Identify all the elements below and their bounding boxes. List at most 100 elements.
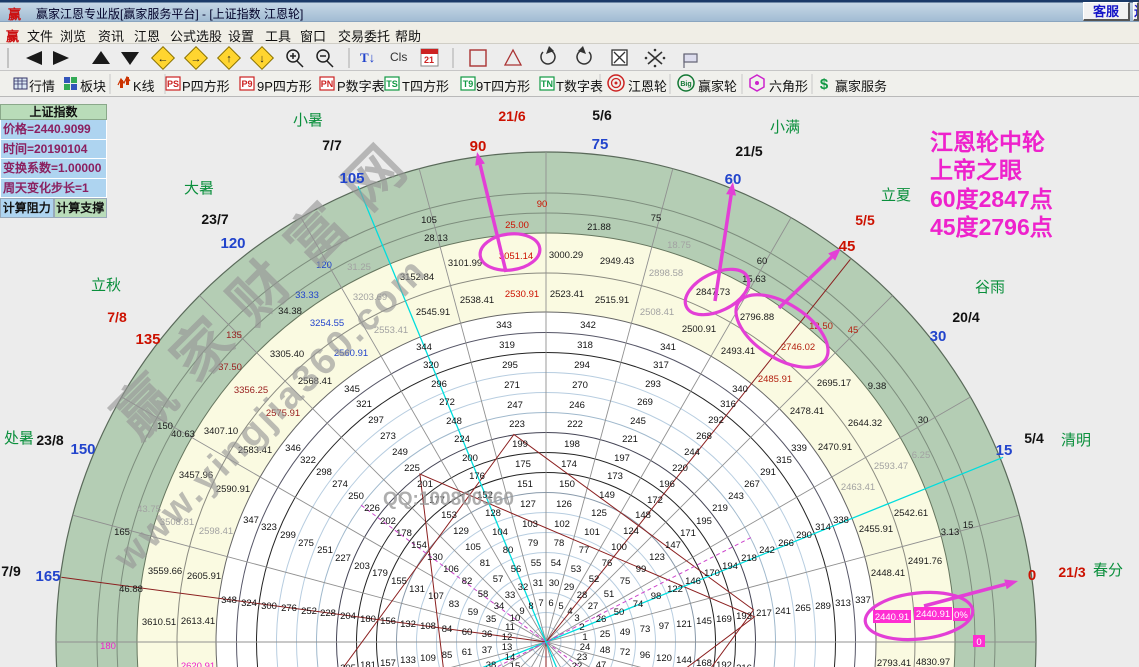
svg-text:196: 196 [659,479,675,490]
svg-text:101: 101 [584,527,600,538]
svg-text:23: 23 [577,652,588,663]
svg-text:90: 90 [470,138,487,155]
svg-text:小满: 小满 [770,119,800,136]
svg-text:344: 344 [416,342,432,353]
svg-text:9.38: 9.38 [868,381,887,392]
svg-text:2695.17: 2695.17 [817,378,851,389]
svg-text:265: 265 [795,603,811,614]
svg-text:107: 107 [428,591,444,602]
svg-text:2478.41: 2478.41 [790,406,824,417]
svg-text:247: 247 [507,400,523,411]
svg-text:176: 176 [469,471,485,482]
svg-text:2455.91: 2455.91 [859,524,893,535]
svg-text:216: 216 [736,663,752,667]
svg-text:319: 319 [499,340,515,351]
svg-text:123: 123 [649,552,665,563]
svg-text:2613.41: 2613.41 [181,616,215,627]
svg-text:217: 217 [756,608,772,619]
svg-text:立夏: 立夏 [881,187,911,204]
svg-text:276: 276 [281,603,297,614]
svg-text:2470.91: 2470.91 [818,442,852,453]
svg-text:21: 21 [424,55,434,65]
svg-text:291: 291 [760,467,776,478]
svg-text:60度2847点: 60度2847点 [930,186,1053,212]
svg-text:23/8: 23/8 [36,432,63,448]
svg-text:24: 24 [580,642,591,653]
svg-text:60: 60 [462,627,473,638]
svg-text:2440.91: 2440.91 [916,609,950,620]
svg-text:↓: ↓ [259,53,265,65]
svg-text:222: 222 [567,419,583,430]
svg-text:146: 146 [685,576,701,587]
svg-text:342: 342 [580,320,596,331]
svg-text:178: 178 [396,528,412,539]
svg-text:15: 15 [510,661,521,667]
svg-text:220: 220 [672,463,688,474]
svg-text:124: 124 [623,526,639,537]
svg-text:174: 174 [561,459,577,470]
svg-text:273: 273 [380,431,396,442]
svg-text:147: 147 [665,540,681,551]
svg-text:227: 227 [335,553,351,564]
svg-text:2538.41: 2538.41 [460,295,494,306]
svg-text:6.25: 6.25 [912,450,931,461]
svg-text:3000.29: 3000.29 [549,250,583,261]
svg-text:21/3: 21/3 [1058,564,1085,580]
svg-text:春分: 春分 [1093,562,1123,579]
svg-text:Big: Big [680,81,691,88]
svg-text:30: 30 [930,328,947,345]
svg-text:267: 267 [744,479,760,490]
svg-text:133: 133 [400,655,416,666]
svg-text:225: 225 [404,463,420,474]
svg-text:193: 193 [736,611,752,622]
svg-text:131: 131 [409,584,425,595]
svg-text:23/7: 23/7 [201,211,228,227]
svg-text:47: 47 [596,660,607,667]
svg-text:130: 130 [427,552,443,563]
svg-text:192: 192 [716,660,732,667]
svg-text:345: 345 [344,384,360,395]
svg-text:195: 195 [696,516,712,527]
svg-text:48: 48 [600,645,611,656]
svg-text:275: 275 [298,538,314,549]
svg-text:323: 323 [261,522,277,533]
svg-text:51: 51 [604,589,615,600]
svg-text:317: 317 [653,360,669,371]
svg-text:218: 218 [741,553,757,564]
svg-text:74: 74 [633,599,644,610]
svg-text:154: 154 [411,540,427,551]
svg-text:200: 200 [462,453,478,464]
svg-text:122: 122 [667,584,683,595]
svg-text:169: 169 [716,614,732,625]
svg-text:246: 246 [569,400,585,411]
svg-text:341: 341 [660,342,676,353]
svg-text:2523.41: 2523.41 [550,289,584,300]
svg-text:205: 205 [340,663,356,667]
svg-text:132: 132 [400,619,416,630]
svg-text:272: 272 [439,397,455,408]
svg-text:180: 180 [360,614,376,625]
svg-text:57: 57 [493,574,504,585]
svg-text:175: 175 [515,459,531,470]
svg-text:298: 298 [316,467,332,478]
svg-text:251: 251 [317,545,333,556]
svg-text:125: 125 [591,508,607,519]
svg-text:85: 85 [442,650,453,661]
svg-text:25.00: 25.00 [505,220,529,231]
svg-text:18.75: 18.75 [667,240,691,251]
svg-text:105: 105 [339,170,364,187]
svg-text:109: 109 [420,653,436,664]
svg-text:129: 129 [453,526,469,537]
svg-text:338: 338 [833,515,849,526]
svg-text:268: 268 [696,431,712,442]
svg-text:98: 98 [651,591,662,602]
svg-text:245: 245 [630,416,646,427]
svg-text:170: 170 [704,568,720,579]
svg-text:PS: PS [167,79,179,89]
svg-text:2448.41: 2448.41 [871,568,905,579]
svg-text:292: 292 [708,415,724,426]
svg-text:25: 25 [600,629,611,640]
svg-text:84: 84 [442,624,453,635]
svg-text:295: 295 [502,360,518,371]
svg-text:96: 96 [640,650,651,661]
